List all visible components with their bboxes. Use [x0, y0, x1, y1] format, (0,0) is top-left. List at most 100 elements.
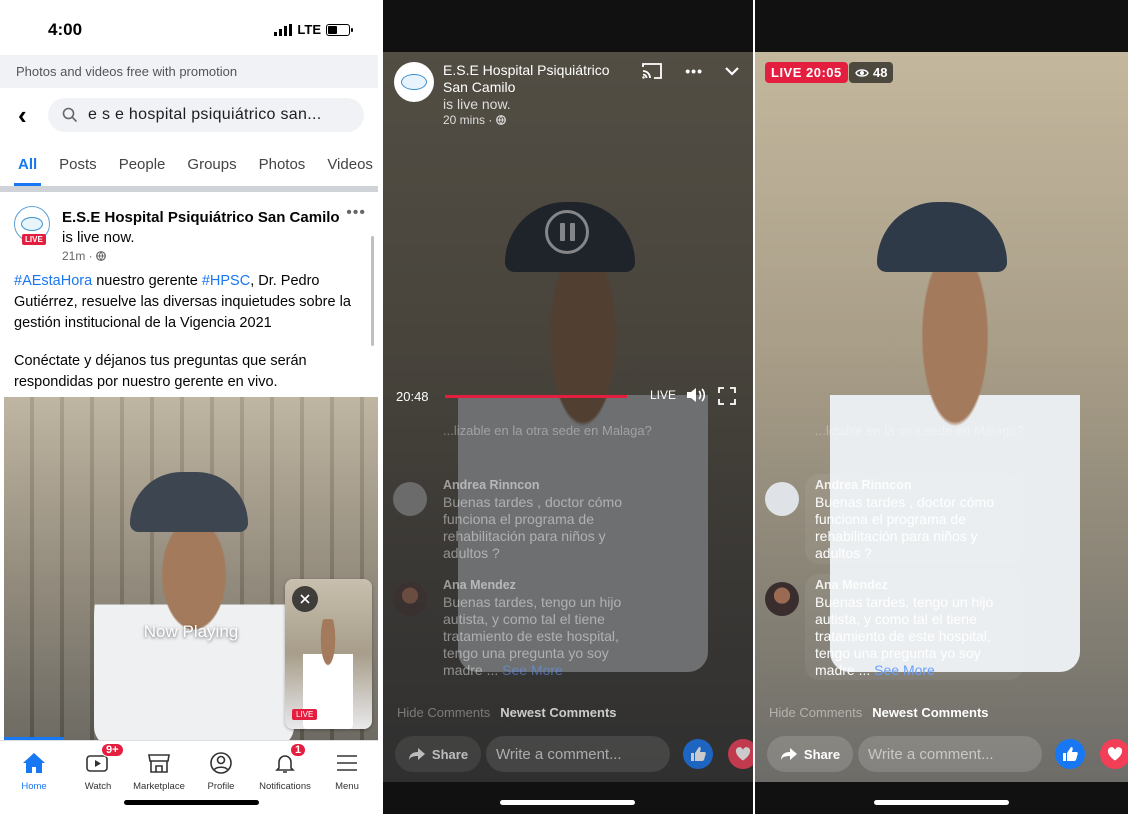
- nav-notifications[interactable]: 1 Notifications: [250, 743, 320, 792]
- comment-text: Buenas tardes , doctor cómo funciona el …: [443, 494, 622, 561]
- more-options-icon[interactable]: •••: [685, 63, 703, 79]
- commenter-avatar[interactable]: [765, 482, 799, 516]
- tab-groups[interactable]: Groups: [187, 148, 236, 186]
- nav-menu[interactable]: Menu: [312, 749, 378, 792]
- share-button[interactable]: Share: [395, 736, 481, 772]
- see-more-link[interactable]: See More: [874, 662, 935, 678]
- avatar-live-badge: LIVE: [22, 234, 46, 245]
- progress-track[interactable]: [445, 395, 627, 398]
- pause-button[interactable]: [545, 210, 589, 254]
- search-results-screen: 4:00 LTE Photos and videos free with pro…: [0, 0, 378, 814]
- live-status: is live now.: [443, 96, 511, 112]
- nav-home-label: Home: [21, 781, 47, 792]
- live-video-screen: LIVE 20:05 48 ...lizable en la otra sede…: [755, 0, 1128, 814]
- nav-watch-label: Watch: [84, 781, 112, 792]
- hashtag-link[interactable]: #HPSC: [202, 273, 250, 289]
- hide-comments-button[interactable]: Hide Comments: [769, 705, 862, 720]
- post-author-link[interactable]: E.S.E Hospital Psiquiátrico San Camilo: [62, 209, 340, 226]
- nav-watch[interactable]: 9+ Watch: [63, 743, 133, 792]
- status-signal: LTE: [274, 22, 353, 37]
- viewer-count-value: 48: [873, 65, 888, 80]
- top-bar: [383, 0, 753, 52]
- globe-icon: [96, 251, 106, 261]
- live-indicator[interactable]: LIVE: [650, 388, 676, 402]
- share-arrow-icon: [780, 748, 797, 760]
- nav-profile[interactable]: Profile: [186, 749, 256, 792]
- viewer-count: 48: [849, 62, 894, 83]
- commenter-name[interactable]: Andrea Rinncon: [443, 478, 540, 492]
- love-button[interactable]: [728, 739, 753, 769]
- promo-banner[interactable]: Photos and videos free with promotion: [0, 55, 378, 88]
- home-indicator: [874, 800, 1009, 805]
- search-box[interactable]: [48, 98, 364, 132]
- profile-icon: [210, 752, 232, 774]
- commenter-name[interactable]: Ana Mendez: [815, 578, 888, 592]
- see-more-link[interactable]: See More: [502, 662, 563, 678]
- tab-posts[interactable]: Posts: [59, 148, 97, 186]
- comment-text: Buenas tardes, tengo un hijo autista, y …: [443, 594, 633, 679]
- heart-icon: [735, 747, 751, 761]
- seek-bar: 20:48 LIVE: [383, 384, 753, 408]
- commenter-avatar[interactable]: [393, 482, 427, 516]
- nav-profile-label: Profile: [207, 781, 235, 792]
- chevron-down-icon[interactable]: [725, 66, 739, 76]
- like-button[interactable]: [1055, 739, 1085, 769]
- commenter-avatar[interactable]: [765, 582, 799, 616]
- back-arrow-icon[interactable]: ‹: [18, 100, 27, 131]
- scrollbar[interactable]: [371, 236, 374, 346]
- eye-icon: [855, 68, 869, 77]
- post-time: 21m ·: [62, 249, 97, 263]
- post-text-second: Conéctate y déjanos tus preguntas que se…: [14, 353, 307, 390]
- love-button[interactable]: [1100, 739, 1128, 769]
- mini-live-badge: LIVE: [292, 709, 318, 720]
- more-options-icon[interactable]: •••: [346, 204, 366, 222]
- thumbs-up-icon: [1063, 747, 1078, 761]
- search-icon: [62, 107, 78, 123]
- post-header: E.S.E Hospital Psiquiátrico San Camilo i…: [62, 208, 342, 248]
- fullscreen-icon[interactable]: [717, 386, 737, 406]
- nav-marketplace[interactable]: Marketplace: [124, 749, 194, 792]
- stream-meta: 20 mins ·: [443, 113, 506, 127]
- bottom-bar: [383, 782, 753, 814]
- commenter-name[interactable]: Ana Mendez: [443, 578, 516, 592]
- comment-text: Buenas tardes, tengo un hijo autista, y …: [815, 594, 1005, 679]
- tab-people[interactable]: People: [119, 148, 166, 186]
- share-button[interactable]: Share: [767, 736, 853, 772]
- nav-home[interactable]: Home: [0, 749, 69, 792]
- network-type: LTE: [297, 22, 321, 37]
- tab-photos[interactable]: Photos: [259, 148, 306, 186]
- globe-icon: [495, 115, 506, 125]
- status-time: 4:00: [48, 20, 83, 39]
- search-input[interactable]: [88, 106, 348, 124]
- top-bar: [755, 0, 1128, 52]
- header-actions: •••: [641, 62, 739, 80]
- faded-comment: ...lizable en la otra sede en Malaga?: [815, 423, 1024, 438]
- comment-text: Buenas tardes , doctor cómo funciona el …: [815, 494, 994, 561]
- tab-videos[interactable]: Videos: [327, 148, 373, 186]
- post-status: is live now.: [62, 229, 135, 246]
- comment-toggle-row: Hide Comments Newest Comments: [397, 705, 617, 720]
- cast-icon[interactable]: [641, 62, 663, 80]
- hospital-logo-icon: [21, 217, 43, 231]
- comment-input[interactable]: [486, 736, 670, 772]
- action-row: Share: [755, 734, 1128, 774]
- status-bar: 4:00 LTE: [0, 0, 378, 55]
- battery-icon: [326, 23, 353, 36]
- page-name-link[interactable]: E.S.E Hospital Psiquiátrico San Camilo: [443, 62, 610, 95]
- commenter-avatar[interactable]: [393, 582, 427, 616]
- like-button[interactable]: [683, 739, 713, 769]
- comment-toggle-row: Hide Comments Newest Comments: [769, 705, 989, 720]
- close-icon[interactable]: [292, 586, 318, 612]
- volume-icon[interactable]: [685, 386, 707, 404]
- hashtag-link[interactable]: #AEstaHora: [14, 273, 92, 289]
- commenter-name[interactable]: Andrea Rinncon: [815, 478, 912, 492]
- faded-comment: ...lizable en la otra sede en Malaga?: [443, 423, 652, 438]
- page-avatar[interactable]: [394, 62, 434, 102]
- share-arrow-icon: [408, 748, 425, 760]
- post-meta: 21m ·: [62, 249, 106, 263]
- newest-comments-button[interactable]: Newest Comments: [500, 705, 616, 720]
- tab-all[interactable]: All: [13, 148, 42, 186]
- comment-input[interactable]: [858, 736, 1042, 772]
- hide-comments-button[interactable]: Hide Comments: [397, 705, 490, 720]
- newest-comments-button[interactable]: Newest Comments: [872, 705, 988, 720]
